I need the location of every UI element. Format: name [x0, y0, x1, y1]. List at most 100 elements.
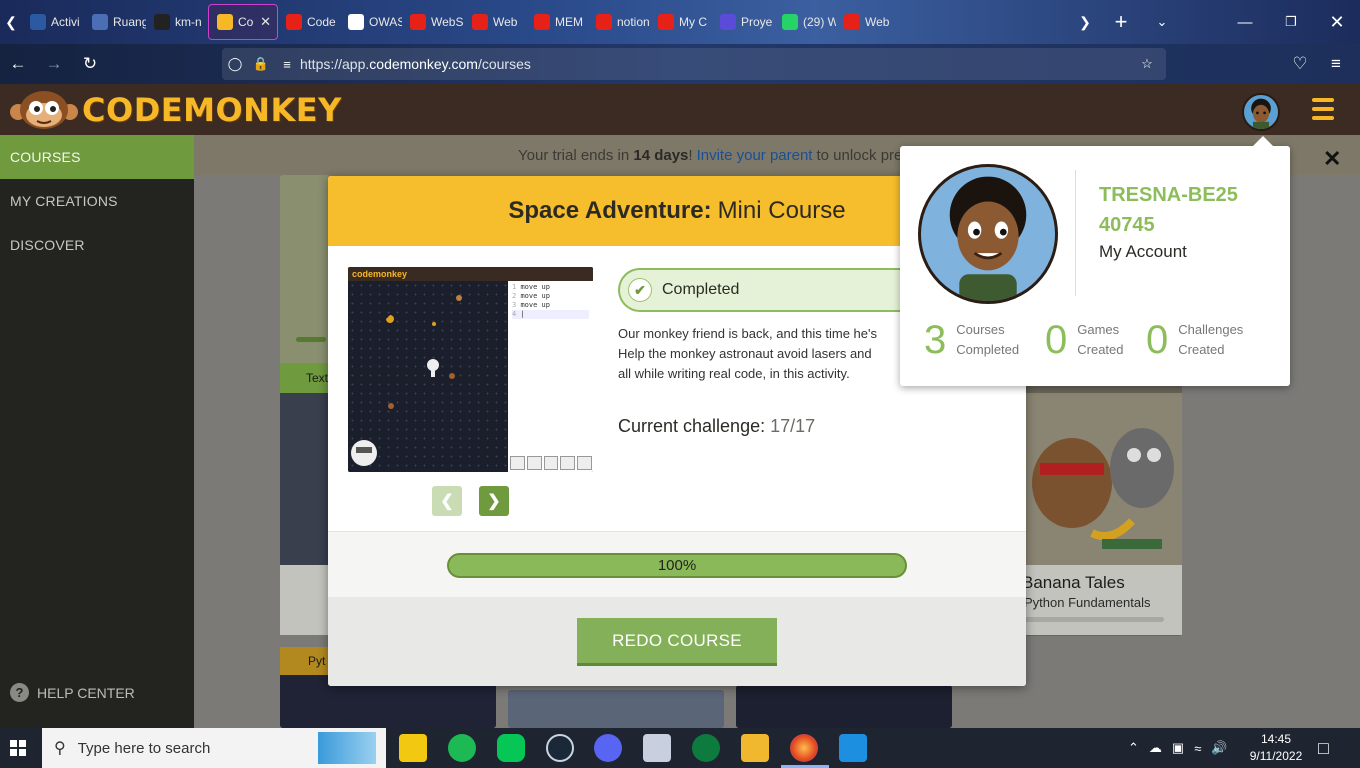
sidebar-item-my-creations[interactable]: MY CREATIONS: [0, 179, 194, 223]
user-avatar[interactable]: [1242, 93, 1280, 131]
browser-tab[interactable]: (29) W: [774, 4, 836, 40]
notifications-icon[interactable]: □: [1318, 728, 1329, 768]
browser-tab[interactable]: My C: [650, 4, 712, 40]
stat-challenges-created: 0 Challenges Created: [1146, 320, 1243, 360]
help-icon: ?: [10, 683, 29, 702]
help-center-link[interactable]: ? HELP CENTER: [10, 683, 135, 702]
taskbar-clock[interactable]: 14:45 9/11/2022: [1248, 731, 1304, 765]
minimize-button[interactable]: —: [1222, 0, 1268, 44]
browser-tab[interactable]: Web: [836, 4, 898, 40]
next-slide-button[interactable]: ❯: [479, 486, 509, 516]
browser-tab-label: OWAS: [369, 15, 402, 29]
stat-label-2: Created: [1077, 342, 1124, 357]
volume-icon[interactable]: 🔊: [1211, 740, 1227, 756]
trial-suffix: to unlock pre: [816, 146, 903, 164]
meet-now-icon[interactable]: ▣: [1172, 740, 1184, 756]
onedrive-icon[interactable]: ☁: [1149, 740, 1162, 756]
logo-text: CODEMONKEY: [82, 90, 342, 129]
tracking-shield-icon[interactable]: ◯: [222, 56, 248, 72]
chevron-left-icon: ❮: [440, 493, 454, 510]
modal-title-course: Space Adventure:: [508, 197, 712, 224]
permissions-icon[interactable]: ≡: [274, 57, 300, 72]
restore-button[interactable]: ❐: [1268, 0, 1314, 44]
banana-icon: [217, 14, 233, 30]
trial-prefix: Your trial ends in: [518, 146, 630, 164]
course-card-bg-2[interactable]: [508, 690, 724, 728]
shield-app-icon[interactable]: [692, 734, 720, 762]
steam-icon[interactable]: [546, 734, 574, 762]
hamburger-menu-icon[interactable]: [1312, 98, 1334, 120]
spotify-icon[interactable]: [448, 734, 476, 762]
pocket-icon[interactable]: ♡: [1282, 46, 1318, 82]
codemonkey-logo[interactable]: CODEMONKEY: [10, 90, 342, 130]
sidebar-item-discover[interactable]: DISCOVER: [0, 223, 194, 267]
browser-tab-label: km-n: [175, 15, 202, 29]
my-account-link[interactable]: My Account: [1099, 242, 1187, 262]
browser-tab[interactable]: Co ✕: [208, 4, 278, 40]
code-line-1: move up: [520, 283, 550, 291]
sticky-notes-icon[interactable]: [399, 734, 427, 762]
course-card-banana-tales[interactable]: Banana Tales Python Fundamentals: [1022, 363, 1182, 636]
whatsapp-icon: [782, 14, 798, 30]
close-popup-icon[interactable]: ✕: [1323, 146, 1341, 172]
browser-tab[interactable]: Code: [278, 4, 340, 40]
lock-icon[interactable]: 🔒: [248, 56, 274, 72]
url-prefix: https://app.: [300, 56, 370, 72]
forward-arrow-icon[interactable]: →: [36, 46, 72, 82]
ruangguru-icon: [92, 14, 108, 30]
invite-parent-link[interactable]: Invite your parent: [697, 147, 813, 164]
close-tab-icon[interactable]: ✕: [260, 14, 271, 30]
tab-list-chevron-icon[interactable]: ⌄: [1139, 0, 1185, 44]
avatar-face-icon: [1251, 98, 1271, 129]
course-card-bg[interactable]: [280, 175, 330, 375]
new-tab-button[interactable]: +: [1098, 0, 1144, 44]
menu-icon[interactable]: ≡: [1318, 46, 1354, 82]
sidebar-item-courses[interactable]: COURSES: [0, 135, 194, 179]
description-line-2: Help the monkey astronaut avoid lasers a…: [618, 346, 872, 361]
vscode-icon[interactable]: [839, 734, 867, 762]
close-window-button[interactable]: ✕: [1314, 0, 1360, 44]
editor-icon[interactable]: [643, 734, 671, 762]
course-card-text[interactable]: Text: [280, 363, 330, 635]
redo-course-button[interactable]: REDO COURSE: [577, 618, 777, 666]
browser-tab-label: Activi: [51, 15, 80, 29]
windows-start-icon[interactable]: [0, 728, 36, 768]
stat-games-created: 0 Games Created: [1045, 320, 1124, 360]
firefox-icon[interactable]: [790, 734, 818, 762]
show-hidden-icons-icon[interactable]: ⌃: [1128, 740, 1139, 756]
browser-tab[interactable]: Web: [464, 4, 526, 40]
browser-tab[interactable]: OWAS: [340, 4, 402, 40]
youtube-icon: [596, 14, 612, 30]
discord-icon[interactable]: [594, 734, 622, 762]
back-arrow-icon[interactable]: ←: [0, 46, 36, 82]
windows-taskbar: ⚲ Type here to search ⌃ ☁ ▣ ≈ 🔊 14:45 9/…: [0, 728, 1360, 768]
browser-tab[interactable]: km-n: [146, 4, 208, 40]
wifi-icon[interactable]: ≈: [1194, 741, 1201, 756]
stat-value: 3: [924, 318, 947, 362]
browser-tab-label: MEM: [555, 15, 583, 29]
previous-slide-button[interactable]: ❮: [432, 486, 462, 516]
taskbar-search-input[interactable]: ⚲ Type here to search: [42, 728, 386, 768]
trial-excl: !: [688, 146, 693, 164]
account-avatar[interactable]: [918, 164, 1058, 304]
url-bar[interactable]: ◯ 🔒 ≡ https://app.codemonkey.com/courses…: [222, 48, 1166, 80]
browser-tab[interactable]: WebS: [402, 4, 464, 40]
browser-tab[interactable]: MEM: [526, 4, 588, 40]
file-explorer-icon[interactable]: [741, 734, 769, 762]
line-icon[interactable]: [497, 734, 525, 762]
tabs-scroll-left-icon[interactable]: ❮: [0, 0, 22, 44]
clock-date: 9/11/2022: [1249, 749, 1303, 763]
clock-time: 14:45: [1260, 732, 1292, 746]
stat-label-1: Courses: [956, 322, 1005, 337]
browser-tab[interactable]: Activi: [22, 4, 84, 40]
url-text[interactable]: https://app.codemonkey.com/courses: [300, 56, 531, 72]
browser-tab[interactable]: Proye: [712, 4, 774, 40]
browser-tab[interactable]: Ruang: [84, 4, 146, 40]
course-card-bg-3[interactable]: [736, 685, 952, 728]
tabs-scroll-right-icon[interactable]: ❯: [1074, 0, 1096, 44]
reload-icon[interactable]: ↻: [72, 46, 108, 82]
browser-tab[interactable]: notion: [588, 4, 650, 40]
course-progress-bar: 100%: [447, 553, 907, 578]
search-icon: ⚲: [54, 740, 66, 757]
bookmark-star-icon[interactable]: ☆: [1134, 56, 1160, 72]
